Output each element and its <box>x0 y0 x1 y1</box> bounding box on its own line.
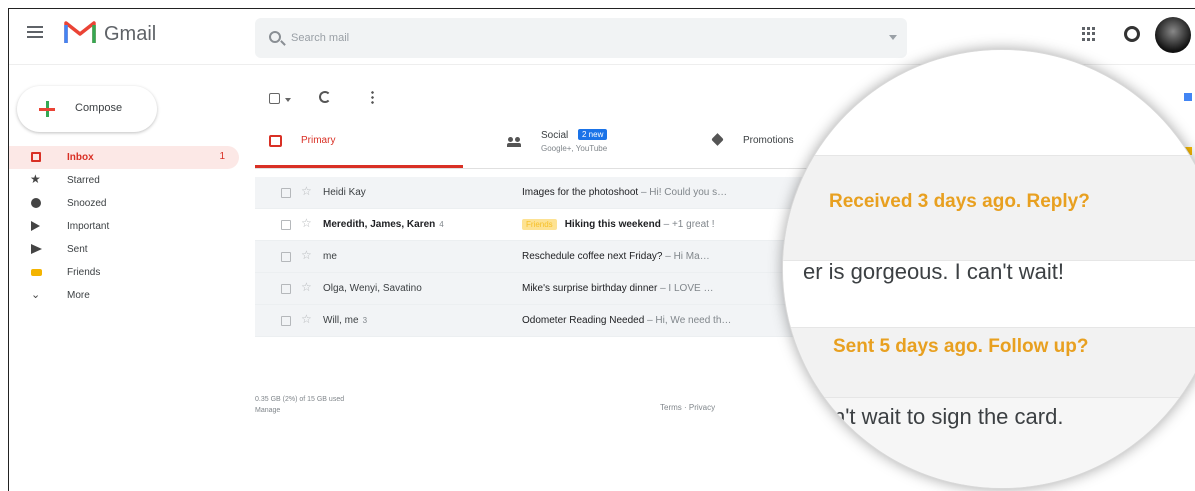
tab-label: Social <box>541 130 569 141</box>
row-checkbox[interactable] <box>281 188 291 198</box>
search-options-icon[interactable] <box>889 35 897 40</box>
sidebar-nav: Inbox 1 ★ Starred Snoozed Important Sent… <box>9 146 239 307</box>
more-vert-icon[interactable] <box>371 90 374 104</box>
search-input[interactable] <box>291 28 851 48</box>
star-icon[interactable]: ☆ <box>301 216 312 230</box>
storage-info: 0.35 GB (2%) of 15 GB used Manage <box>255 394 344 416</box>
email-snippet: – I LOVE … <box>657 283 714 294</box>
sidebar-item-important[interactable]: Important <box>9 215 239 238</box>
sidebar-item-inbox[interactable]: Inbox 1 <box>9 146 239 169</box>
send-icon <box>31 244 42 254</box>
sidebar-item-snoozed[interactable]: Snoozed <box>9 192 239 215</box>
row-checkbox[interactable] <box>281 284 291 294</box>
refresh-icon[interactable] <box>319 91 331 103</box>
sidebar-item-label: More <box>67 290 90 301</box>
sender-names: Meredith, James, Karen <box>323 219 436 230</box>
email-sender: Meredith, James, Karen 4 <box>323 219 444 230</box>
footer-links[interactable]: Terms · Privacy <box>660 403 715 412</box>
email-subject: Hiking this weekend <box>564 219 661 230</box>
magnifier-lens: Received 3 days ago. Reply? er is gorgeo… <box>782 49 1195 489</box>
email-sender: Will, me 3 <box>323 315 367 326</box>
email-sender: Heidi Kay <box>323 187 366 198</box>
thread-count: 3 <box>362 316 368 325</box>
unread-count: 1 <box>219 151 225 162</box>
clock-icon <box>31 198 41 208</box>
sidebar-item-label: Starred <box>67 175 100 186</box>
sidebar-item-label: Friends <box>67 267 101 278</box>
star-icon[interactable]: ☆ <box>301 184 312 198</box>
email-body: Odometer Reading Needed – Hi, We need th… <box>522 315 782 326</box>
new-count-badge: 2 new <box>578 129 608 140</box>
nudge-follow-up: Sent 5 days ago. Follow up? <box>833 336 1089 357</box>
email-subject: Mike's surprise birthday dinner <box>522 283 658 294</box>
email-snippet: – Hi! Could you s… <box>638 187 728 198</box>
sidebar-item-sent[interactable]: Sent <box>9 238 239 261</box>
row-checkbox[interactable] <box>281 252 291 262</box>
magnified-snippet: er is gorgeous. I can't wait! <box>803 259 1064 284</box>
magnified-snippet: n't wait to sign the card. <box>833 404 1064 429</box>
row-checkbox[interactable] <box>281 316 291 326</box>
star-icon[interactable]: ☆ <box>301 312 312 326</box>
inbox-icon <box>31 152 41 162</box>
sidebar-item-label: Snoozed <box>67 198 107 209</box>
row-checkbox[interactable] <box>281 220 291 230</box>
star-icon[interactable]: ☆ <box>301 280 312 294</box>
important-icon <box>31 221 40 231</box>
email-subject: Images for the photoshoot <box>522 187 639 198</box>
app-name: Gmail <box>104 23 157 45</box>
email-sender: me <box>323 251 337 262</box>
plus-icon <box>37 99 57 119</box>
label-icon <box>31 269 42 276</box>
sidebar-item-label: Sent <box>67 244 88 255</box>
compose-button[interactable]: Compose <box>17 86 157 132</box>
compose-label: Compose <box>75 102 123 114</box>
avatar[interactable] <box>1155 17 1191 53</box>
sidebar-item-starred[interactable]: ★ Starred <box>9 169 239 192</box>
apps-grid-icon[interactable] <box>1082 27 1096 41</box>
people-icon <box>507 137 521 147</box>
sidebar-item-label: Important <box>67 221 110 232</box>
email-snippet: – Hi Ma… <box>662 251 710 262</box>
sidebar-item-label: Inbox <box>67 152 94 163</box>
storage-usage: 0.35 GB (2%) of 15 GB used <box>255 396 345 403</box>
hamburger-menu-icon[interactable] <box>27 26 43 38</box>
email-body: Mike's surprise birthday dinner – I LOVE… <box>522 283 782 294</box>
email-body: Friends Hiking this weekend – +1 great ! <box>522 219 782 230</box>
tab-sublabel: Google+, YouTube <box>541 144 608 153</box>
thread-count: 4 <box>439 220 444 229</box>
sender-names: Will, me <box>323 315 359 326</box>
email-subject: Odometer Reading Needed <box>522 315 645 326</box>
email-body: Reschedule coffee next Friday? – Hi Ma… <box>522 251 782 262</box>
email-sender: Olga, Wenyi, Savatino <box>323 283 422 294</box>
email-snippet: – Hi, We need th… <box>644 315 732 326</box>
star-icon[interactable]: ☆ <box>301 248 312 262</box>
gmail-window: Gmail Compose Inbox 1 ★ Starred Snoozed <box>8 8 1195 491</box>
email-body: Images for the photoshoot – Hi! Could yo… <box>522 187 782 198</box>
search-icon[interactable] <box>269 31 281 43</box>
notifications-icon[interactable] <box>1124 26 1140 42</box>
tab-primary[interactable]: Primary <box>255 119 463 168</box>
inbox-icon <box>269 135 282 147</box>
chevron-down-icon: ⌄ <box>31 289 41 301</box>
star-icon: ★ <box>30 172 41 186</box>
label-chip[interactable]: Friends <box>522 219 557 230</box>
nudge-reply: Received 3 days ago. Reply? <box>829 191 1090 212</box>
sidebar-item-friends[interactable]: Friends <box>9 261 239 284</box>
tab-social[interactable]: Social 2 new Google+, YouTube <box>507 119 697 168</box>
tab-label: Primary <box>301 135 336 146</box>
email-subject: Reschedule coffee next Friday? <box>522 251 663 262</box>
tag-icon <box>711 133 724 146</box>
select-all-checkbox[interactable] <box>269 93 280 104</box>
gmail-logo-icon[interactable] <box>64 19 96 45</box>
manage-storage-link[interactable]: Manage <box>255 405 344 416</box>
sidebar-item-more[interactable]: ⌄ More <box>9 284 239 307</box>
email-snippet: – +1 great ! <box>660 219 715 230</box>
select-options-icon[interactable] <box>285 98 291 102</box>
